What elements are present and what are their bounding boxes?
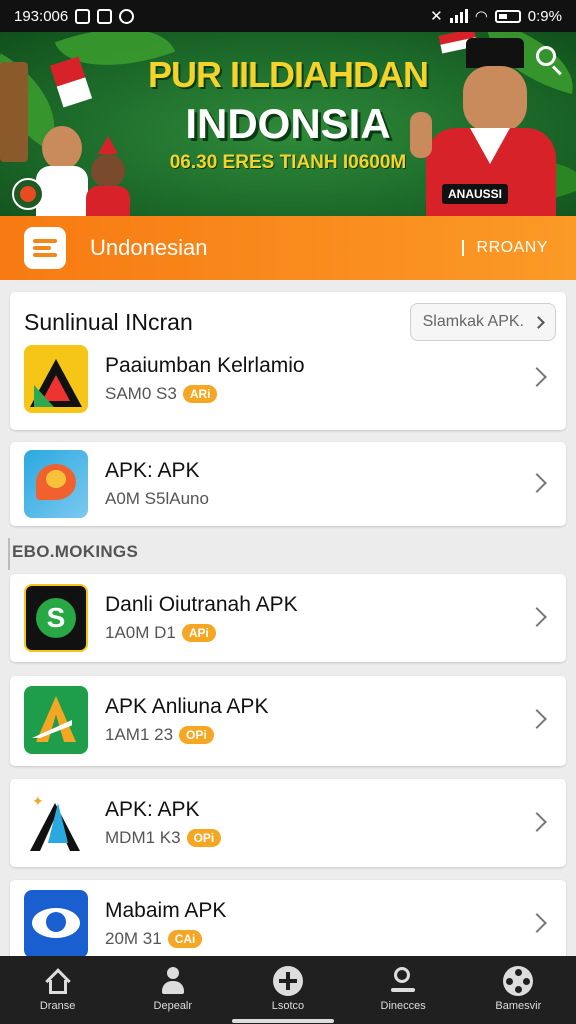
section-accent: [8, 538, 10, 570]
wifi-icon: ◠: [474, 8, 488, 25]
nav-home[interactable]: Dranse: [8, 966, 108, 1012]
app-name: APK: APK: [105, 459, 200, 482]
rankings-title: EBO.MOKINGS: [12, 542, 139, 561]
sparkle-a-icon: ✦: [24, 789, 88, 857]
chevron-right-icon: [532, 315, 545, 329]
apk-tag: ARi: [182, 385, 218, 403]
app-name: APK Anliuna APK: [105, 695, 269, 718]
plus-circle-icon: [272, 966, 303, 996]
apk-tag: OPi: [179, 726, 214, 744]
nav-discover[interactable]: Dinecces: [353, 966, 453, 1012]
user-icon: [158, 966, 188, 996]
list-item[interactable]: APK Anliuna APK 1AM1 23 OPi: [10, 676, 566, 766]
content-area[interactable]: Sunlinual INcran Slamkak APK. Paaiumban …: [0, 280, 576, 960]
status-bar: 193:006 ✕ ◠ 0:9%: [0, 0, 576, 32]
signal-icon: [449, 9, 468, 23]
chevron-right-icon: [527, 473, 547, 493]
search-icon: [536, 46, 556, 66]
person-illustration: [86, 136, 130, 216]
status-time: 193:006: [14, 7, 69, 25]
app-notification-icon: [97, 8, 113, 24]
list-item[interactable]: Paaiumban Kelrlamio SAM0 S3 ARi: [10, 340, 566, 418]
view-all-apk-button[interactable]: Slamkak APK.: [409, 303, 556, 341]
nav-label: Dinecces: [380, 1000, 426, 1012]
notification-icon: [75, 8, 91, 24]
chevron-right-icon: [527, 367, 547, 387]
app-meta: 1AM1 23: [105, 725, 174, 744]
header-title: Undonesian: [90, 235, 208, 260]
featured-title: Sunlinual INcran: [24, 308, 193, 335]
app-meta: 20M 31: [105, 929, 162, 948]
cube-a-icon: [24, 345, 88, 413]
app-meta: 1A0M D1: [105, 623, 176, 642]
chevron-right-icon: [527, 913, 547, 933]
view-all-label: Slamkak APK.: [422, 313, 524, 330]
chevron-right-icon: [527, 812, 547, 832]
header-divider: [462, 240, 464, 256]
list-item[interactable]: APK: APK A0M S5lAuno: [10, 442, 566, 526]
app-name: Danli Oiutranah APK: [105, 593, 298, 616]
home-indicator: [232, 1019, 334, 1023]
nav-add[interactable]: Lsotco: [238, 966, 338, 1012]
eye-icon: [24, 890, 88, 958]
app-name: Paaiumban Kelrlamio: [105, 354, 305, 377]
home-icon: [43, 966, 73, 996]
list-item[interactable]: ✦ APK: APK MDM1 K3 OPi: [10, 779, 566, 867]
list-item[interactable]: Mabaim APK 20M 31 CAi: [10, 880, 566, 960]
list-item[interactable]: S Danli Oiutranah APK 1A0M D1 APi: [10, 574, 566, 662]
header-right-link[interactable]: RROANY: [477, 239, 548, 257]
nav-media[interactable]: Bamesvir: [468, 966, 568, 1012]
battery-percent: 0:9%: [527, 7, 562, 25]
sync-icon: [119, 8, 135, 24]
app-meta: MDM1 K3: [105, 828, 181, 847]
app-badge-icon: [12, 178, 44, 210]
mute-icon: ✕: [430, 8, 443, 25]
banner-subtitle: 06.30 ERES TIANH I0600M: [169, 152, 407, 173]
banner-title-line2: INDONSIA: [185, 100, 391, 147]
app-name: APK: APK: [105, 798, 200, 821]
promo-banner[interactable]: ANAUSSI PUR IILDIAHDAN INDONSIA 06.30 ER…: [0, 32, 576, 216]
chevron-right-icon: [527, 607, 547, 627]
banner-title-line1: PUR IILDIAHDAN: [148, 54, 429, 95]
nav-label: Dranse: [39, 1000, 76, 1012]
chat-bubble-icon: [24, 450, 88, 518]
nav-label: Lsotco: [271, 1000, 305, 1012]
bottom-navigation: Dranse Depealr Lsotco Dinecces Bamesvir: [0, 956, 576, 1024]
apk-tag: APi: [181, 624, 216, 642]
dollar-s-icon: S: [24, 584, 88, 652]
search-person-icon: [388, 966, 418, 996]
apk-tag: OPi: [186, 829, 222, 847]
app-logo-icon[interactable]: [24, 227, 66, 269]
featured-section: Sunlinual INcran Slamkak APK. Paaiumban …: [10, 292, 566, 430]
nav-label: Depealr: [153, 1000, 193, 1012]
battery-icon: [494, 9, 521, 23]
a-letter-icon: [24, 686, 88, 754]
chevron-right-icon: [527, 709, 547, 729]
section-header-bar: Undonesian RROANY: [0, 216, 576, 280]
film-reel-icon: [503, 966, 534, 996]
app-name: Mabaim APK: [105, 899, 227, 922]
search-button[interactable]: [532, 44, 568, 80]
app-meta: SAM0 S3: [105, 384, 177, 403]
shirt-badge: ANAUSSI: [442, 184, 509, 204]
nav-profile[interactable]: Depealr: [123, 966, 223, 1012]
apk-tag: CAi: [167, 930, 203, 948]
app-meta: A0M S5lAuno: [105, 489, 209, 508]
nav-label: Bamesvir: [495, 1000, 542, 1012]
